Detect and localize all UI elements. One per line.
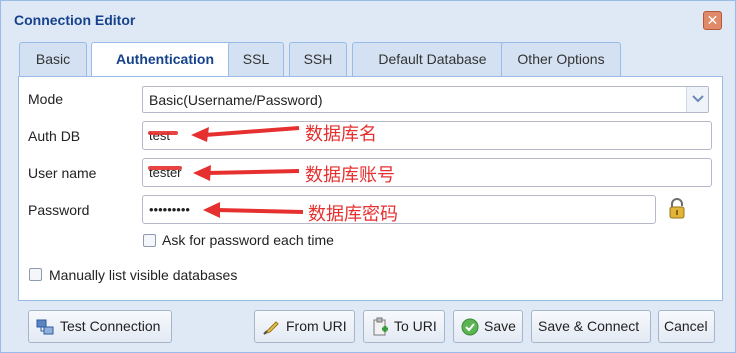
cancel-label: Cancel bbox=[664, 318, 708, 334]
cancel-button[interactable]: Cancel bbox=[658, 310, 715, 343]
ask-password-checkbox[interactable] bbox=[143, 234, 156, 247]
password-arrow-icon bbox=[203, 202, 304, 218]
test-connection-button[interactable]: Test Connection bbox=[28, 310, 172, 343]
auth-db-annotation: 数据库名 bbox=[305, 124, 377, 144]
test-connection-icon bbox=[36, 319, 54, 335]
auth-db-label: Auth DB bbox=[28, 128, 81, 144]
from-uri-button[interactable]: From URI bbox=[254, 310, 355, 343]
tab-ssh[interactable]: SSH bbox=[289, 42, 347, 76]
password-value: ••••••••• bbox=[149, 202, 190, 217]
close-button[interactable]: ✕ bbox=[703, 11, 722, 30]
save-label: Save bbox=[484, 318, 516, 334]
auth-db-scribble bbox=[148, 131, 178, 135]
save-connect-label: Save & Connect bbox=[538, 318, 640, 334]
username-scribble bbox=[148, 166, 182, 170]
test-connection-label: Test Connection bbox=[60, 318, 161, 334]
password-annotation: 数据库密码 bbox=[308, 204, 398, 224]
clipboard-icon bbox=[373, 317, 388, 336]
tab-default-database[interactable]: Default Database bbox=[352, 42, 513, 76]
password-label: Password bbox=[28, 202, 90, 218]
authentication-panel: Mode Basic(Username/Password) Auth DB te… bbox=[18, 76, 723, 301]
title-bar: Connection Editor ✕ bbox=[1, 1, 735, 37]
mode-label: Mode bbox=[28, 91, 64, 107]
to-uri-button[interactable]: To URI bbox=[363, 310, 445, 343]
window-title: Connection Editor bbox=[14, 12, 136, 28]
tab-ssl[interactable]: SSL bbox=[228, 42, 284, 76]
manual-db-checkbox[interactable] bbox=[29, 268, 42, 281]
manual-db-label: Manually list visible databases bbox=[49, 267, 238, 283]
username-annotation: 数据库账号 bbox=[305, 165, 395, 185]
tab-basic[interactable]: Basic bbox=[19, 42, 87, 76]
username-arrow-icon bbox=[193, 165, 300, 181]
from-uri-label: From URI bbox=[286, 318, 347, 334]
chevron-down-icon[interactable] bbox=[686, 87, 708, 112]
auth-db-arrow-icon bbox=[191, 126, 300, 142]
ask-password-label: Ask for password each time bbox=[162, 232, 334, 248]
lock-icon[interactable] bbox=[667, 198, 687, 220]
save-button[interactable]: Save bbox=[453, 310, 523, 343]
close-icon: ✕ bbox=[706, 12, 719, 28]
to-uri-label: To URI bbox=[394, 318, 437, 334]
tab-authentication[interactable]: Authentication bbox=[91, 42, 239, 77]
tab-other-options[interactable]: Other Options bbox=[501, 42, 621, 76]
connection-editor-window: Connection Editor ✕ Basic Authentication… bbox=[0, 0, 736, 353]
username-label: User name bbox=[28, 165, 97, 181]
from-uri-icon bbox=[263, 321, 279, 335]
save-connect-button[interactable]: Save & Connect bbox=[531, 310, 651, 343]
mode-value: Basic(Username/Password) bbox=[149, 92, 323, 108]
mode-select[interactable]: Basic(Username/Password) bbox=[142, 86, 709, 113]
check-circle-icon bbox=[461, 318, 479, 336]
